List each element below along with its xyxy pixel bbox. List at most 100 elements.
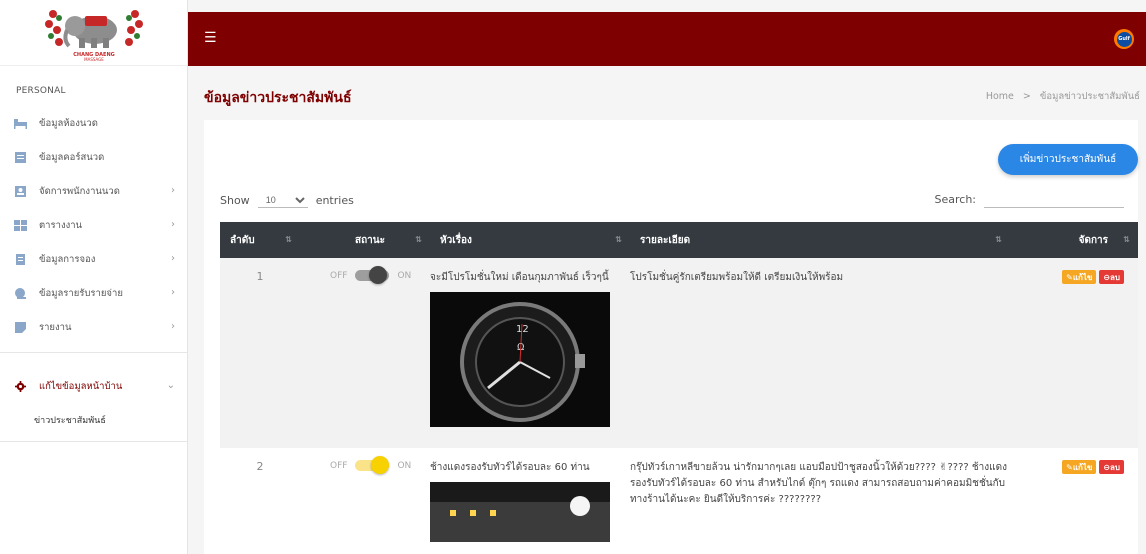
- list-icon: [15, 151, 26, 163]
- svg-text:Ω: Ω: [517, 343, 524, 353]
- chevron-right-icon: ›: [171, 185, 175, 196]
- breadcrumb-separator: >: [1022, 91, 1031, 102]
- divider: [0, 352, 187, 353]
- header-text: จัดการ: [1078, 234, 1108, 246]
- news-card: เพิ่มข่าวประชาสัมพันธ์ Show 10 entries S…: [204, 120, 1138, 554]
- money-icon: [15, 287, 26, 299]
- column-header-title[interactable]: หัวเรื่อง ⇅: [430, 222, 630, 258]
- sidebar-item-label: ข้อมูลการจอง: [39, 253, 96, 265]
- sort-icon: ⇅: [285, 235, 292, 244]
- sort-icon: ⇅: [615, 235, 622, 244]
- chevron-right-icon: ›: [171, 321, 175, 332]
- detail-cell: โปรโมชั่นคู่รักเตรียมพร้อมให้ดี เตรียมเง…: [630, 258, 1010, 448]
- column-header-num[interactable]: ลำดับ ⇅: [220, 222, 300, 258]
- sidebar-item-frontend-settings[interactable]: แก้ไขข้อมูลหน้าบ้าน ⌄: [0, 369, 187, 403]
- status-cell: OFF ON: [300, 448, 430, 554]
- edit-button[interactable]: ✎ แก้ไข: [1062, 270, 1097, 284]
- night-building-image: [430, 482, 610, 542]
- toggle-track[interactable]: [355, 456, 390, 474]
- column-header-detail[interactable]: รายละเอียด ⇅: [630, 222, 1010, 258]
- column-header-actions[interactable]: จัดการ ⇅: [1010, 222, 1138, 258]
- toggle-on-label: ON: [397, 460, 412, 471]
- sidebar-item-massage-rooms[interactable]: ข้อมูลห้องนวด: [0, 106, 187, 140]
- edit-label: แก้ไข: [1072, 272, 1093, 282]
- chevron-right-icon: ›: [171, 219, 175, 230]
- sidebar-item-label: ข้อมูลคอร์สนวด: [39, 151, 105, 163]
- toggle-off-label: OFF: [330, 460, 348, 471]
- sidebar-item-staff[interactable]: จัดการพนักงานนวด ›: [0, 174, 187, 208]
- row-actions: ✎ แก้ไข ⊖ ลบ: [1010, 270, 1138, 284]
- status-toggle[interactable]: OFF ON: [300, 456, 430, 474]
- row-number: 1: [256, 270, 264, 283]
- title-cell: จะมีโปรโมชั่นใหม่ เดือนกุมภาพันธ์ เร็วๆน…: [430, 258, 630, 448]
- news-detail: กรุ๊ปทัวร์เกาหลีขายล้วน น่ารักมากๆเลย แอ…: [630, 462, 1008, 505]
- breadcrumb-current: ข้อมูลข่าวประชาสัมพันธ์: [1039, 91, 1140, 102]
- show-label: Show: [220, 193, 250, 207]
- chevron-right-icon: ›: [171, 253, 175, 264]
- sidebar-item-label: ตารางงาน: [39, 219, 83, 231]
- watch-image: 12 Ω: [430, 292, 610, 427]
- title-cell: ช้างแดงรองรับทัวร์ได้รอบละ 60 ท่าน: [430, 448, 630, 554]
- sidebar-item-label: รายงาน: [39, 321, 72, 333]
- row-number: 2: [256, 460, 264, 473]
- logo[interactable]: CHANG DAENG MASSAGE: [0, 0, 187, 66]
- status-toggle[interactable]: OFF ON: [300, 266, 430, 284]
- gulf-avatar[interactable]: Gulf: [1114, 29, 1134, 49]
- chevron-right-icon: ›: [171, 287, 175, 298]
- news-title: จะมีโปรโมชั่นใหม่ เดือนกุมภาพันธ์ เร็วๆน…: [430, 272, 609, 283]
- add-news-button[interactable]: เพิ่มข่าวประชาสัมพันธ์: [998, 144, 1138, 175]
- sidebar-item-reports[interactable]: รายงาน ›: [0, 310, 187, 344]
- actions-cell: ✎ แก้ไข ⊖ ลบ: [1010, 258, 1138, 448]
- svg-text:12: 12: [516, 324, 529, 335]
- news-title: ช้างแดงรองรับทัวร์ได้รอบละ 60 ท่าน: [430, 462, 590, 473]
- gulf-badge-text: Gulf: [1116, 31, 1132, 47]
- sidebar-item-finance[interactable]: ข้อมูลรายรับรายจ่าย ›: [0, 276, 187, 310]
- delete-label: ลบ: [1110, 462, 1120, 472]
- bed-icon: [14, 118, 27, 129]
- delete-button[interactable]: ⊖ ลบ: [1099, 270, 1124, 284]
- header-text: ลำดับ: [230, 234, 255, 246]
- section-label: PERSONAL: [16, 86, 66, 96]
- sidebar-item-label: จัดการพนักงานนวด: [39, 185, 120, 197]
- svg-text:MASSAGE: MASSAGE: [84, 57, 104, 62]
- elephant-logo-icon: CHANG DAENG MASSAGE: [44, 9, 143, 62]
- delete-button[interactable]: ⊖ ลบ: [1099, 460, 1124, 474]
- sidebar-subitem-news[interactable]: ข่าวประชาสัมพันธ์: [0, 403, 187, 442]
- delete-label: ลบ: [1110, 272, 1120, 282]
- header-text: สถานะ: [355, 234, 385, 246]
- table-row: 2 OFF ON ช้างแดงรองรับทัวร์ได้รอบละ 60 ท…: [220, 448, 1138, 554]
- news-table: ลำดับ ⇅ สถานะ ⇅ หัวเรื่อง ⇅ รายละเอียด ⇅ จัด…: [220, 222, 1138, 554]
- table-icon: [14, 219, 27, 231]
- entries-select[interactable]: 10: [257, 192, 308, 208]
- topbar: ☰ Gulf: [188, 12, 1146, 66]
- column-header-status[interactable]: สถานะ ⇅: [300, 222, 430, 258]
- page-title: ข้อมูลข่าวประชาสัมพันธ์: [204, 90, 352, 106]
- breadcrumb: Home > ข้อมูลข่าวประชาสัมพันธ์: [986, 89, 1140, 104]
- toggle-off-label: OFF: [330, 270, 348, 281]
- search-label: Search:: [934, 192, 977, 206]
- hamburger-menu-icon[interactable]: ☰: [204, 30, 217, 46]
- sidebar-item-schedule[interactable]: ตารางงาน ›: [0, 208, 187, 242]
- actions-cell: ✎ แก้ไข ⊖ ลบ: [1010, 448, 1138, 554]
- edit-button[interactable]: ✎ แก้ไข: [1062, 460, 1097, 474]
- toggle-on-label: ON: [397, 270, 412, 281]
- toggle-knob[interactable]: [371, 456, 390, 474]
- row-actions: ✎ แก้ไข ⊖ ลบ: [1010, 460, 1138, 474]
- toggle-track[interactable]: [355, 266, 390, 284]
- sort-icon: ⇅: [415, 235, 422, 244]
- user-card-icon: [15, 185, 26, 197]
- report-icon: [15, 321, 26, 333]
- sidebar-item-label: ข้อมูลรายรับรายจ่าย: [39, 287, 123, 299]
- toggle-knob[interactable]: [369, 266, 388, 284]
- sidebar-item-massage-courses[interactable]: ข้อมูลคอร์สนวด: [0, 140, 187, 174]
- sidebar-menu: ข้อมูลห้องนวด ข้อมูลคอร์สนวด จัดการพนักง…: [0, 106, 187, 344]
- chevron-down-icon: ⌄: [166, 380, 175, 391]
- table-row: 1 OFF ON จะมีโปรโมชั่นใหม่ เดือนกุมภาพัน…: [220, 258, 1138, 448]
- header-text: รายละเอียด: [640, 234, 691, 246]
- breadcrumb-home[interactable]: Home: [986, 91, 1014, 102]
- detail-cell: กรุ๊ปทัวร์เกาหลีขายล้วน น่ารักมากๆเลย แอ…: [630, 448, 1010, 554]
- table-header-row: ลำดับ ⇅ สถานะ ⇅ หัวเรื่อง ⇅ รายละเอียด ⇅ จัด…: [220, 222, 1138, 258]
- sidebar-item-label: ข้อมูลห้องนวด: [39, 117, 98, 129]
- sidebar-item-bookings[interactable]: ข้อมูลการจอง ›: [0, 242, 187, 276]
- search-input[interactable]: [984, 190, 1124, 208]
